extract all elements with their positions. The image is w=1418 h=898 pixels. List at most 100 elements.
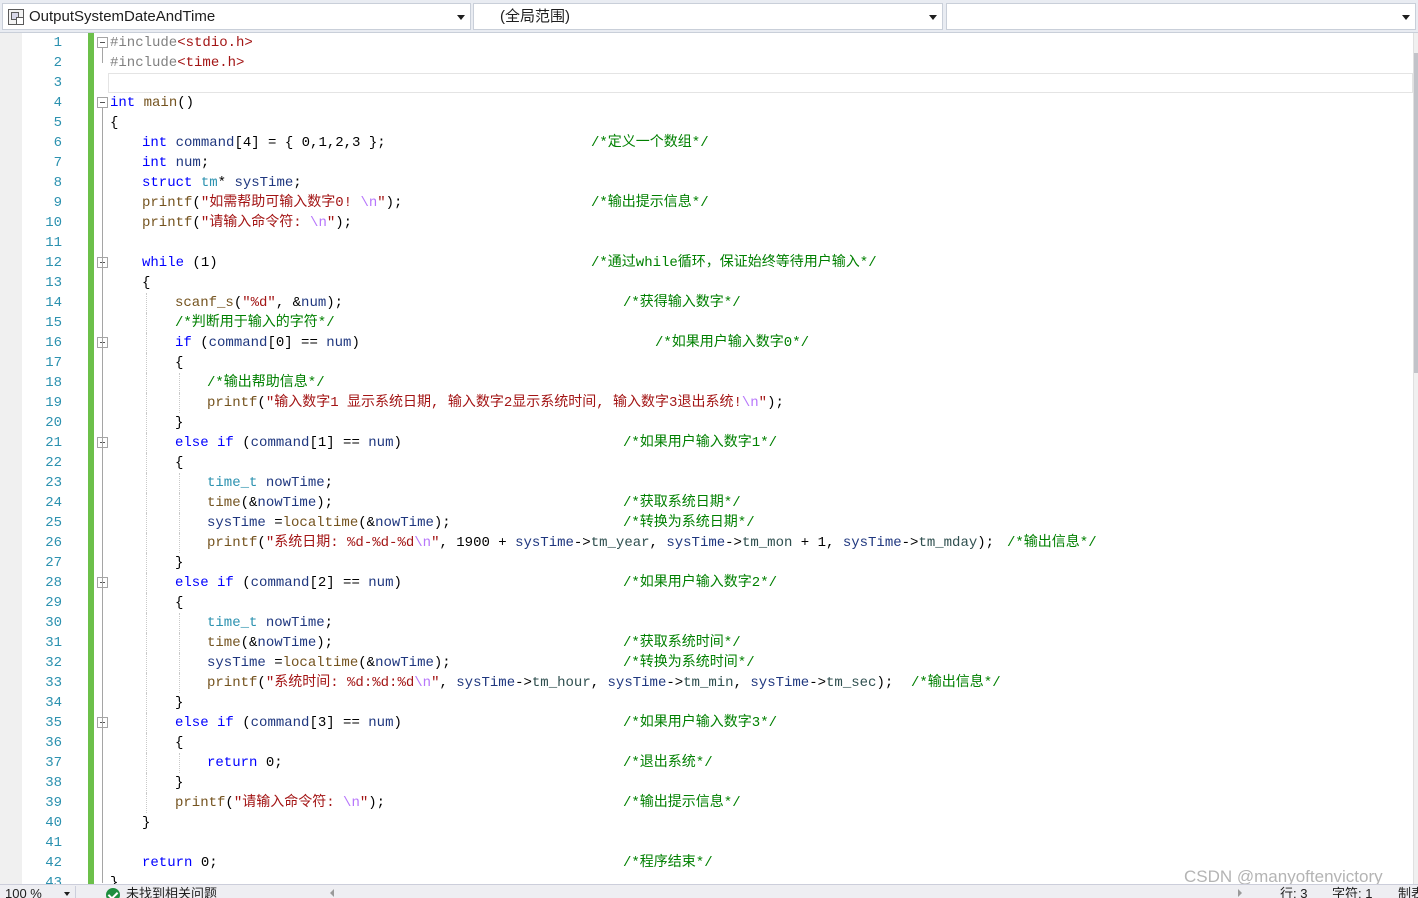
code-token: } [175,555,184,571]
code-token: { [175,595,184,611]
code-text: printf("如需帮助可输入数字0! \n"); [142,193,402,213]
code-token: } [175,695,184,711]
code-line[interactable]: 38} [0,773,1418,793]
code-line[interactable]: 8 struct tm* sysTime; [0,173,1418,193]
code-token: if [217,575,234,591]
code-line[interactable]: 35 else if (command[3] == num) /*如果用户输入数字3… [0,713,1418,733]
indent-guide [179,673,180,693]
code-token: tm_mday [918,535,978,551]
code-line[interactable]: 23 time_t nowTime; [0,473,1418,493]
code-line[interactable]: 41 [0,833,1418,853]
code-token: tm [200,175,218,191]
indent-guide [146,453,147,473]
code-line[interactable]: 20} [0,413,1418,433]
code-line[interactable]: 22 { [0,453,1418,473]
line-number: 38 [45,775,62,791]
code-line[interactable]: 1 #include<stdio.h> [0,33,1418,53]
code-token: return [207,755,258,771]
zoom-dropdown[interactable]: 100 % [2,886,76,898]
code-token: ( [257,535,266,551]
code-line[interactable]: 16 if (command[0] == num) /*如果用户输入数字0*/ [0,333,1418,353]
code-token: tm_sec [826,675,877,691]
chevron-down-icon [1402,15,1410,20]
code-text: #include<stdio.h> [110,33,253,53]
tab-mode-indicator[interactable]: 制表符 [1398,886,1418,898]
code-line[interactable]: 21 else if (command[1] == num) /*如果用户输入数字1… [0,433,1418,453]
code-line[interactable]: 13 { [0,273,1418,293]
code-token: nowTime [375,655,434,671]
code-line[interactable]: 30 time_t nowTime; [0,613,1418,633]
code-line[interactable]: 29 { [0,593,1418,613]
code-token: localtime [282,655,359,671]
code-line[interactable]: 26 printf("系统日期: %d-%d-%d\n", 1900 + sysT… [0,533,1418,553]
code-line[interactable]: 10 printf("请输入命令符: \n"); [0,213,1418,233]
code-line[interactable]: 9 printf("如需帮助可输入数字0! \n"); /*输出提示信息*/ [0,193,1418,213]
issues-status[interactable]: 未找到相关问题 [126,886,217,898]
code-line[interactable]: 34} [0,693,1418,713]
code-line[interactable]: 27} [0,553,1418,573]
code-text: sysTime =localtime(&nowTime); [207,513,451,533]
code-token: num [368,575,394,591]
code-token: -> [515,675,532,691]
indent-guide [179,373,180,393]
vertical-scrollbar-thumb[interactable] [1414,53,1418,373]
code-token: <stdio.h> [177,35,253,51]
code-text: { [175,353,183,373]
line-number: 31 [45,635,62,651]
code-token: printf [175,795,226,811]
code-token: printf [207,675,258,691]
code-token: if [217,435,234,451]
code-line[interactable]: 33 printf("系统时间: %d:%d:%d\n", sysTime->tm… [0,673,1418,693]
member-dropdown[interactable] [946,3,1416,30]
code-line[interactable]: 2 #include<time.h> [0,53,1418,73]
scope-dropdown[interactable]: (全局范围) [473,3,943,30]
scroll-right-icon[interactable] [1238,889,1242,897]
code-line[interactable]: 24 time(&nowTime); /*获取系统日期*/ [0,493,1418,513]
code-line[interactable]: 15 /*判断用于输入的字符*/ [0,313,1418,333]
code-line[interactable]: 12 while (1) /*通过while循环，保证始终等待用户输入*/ [0,253,1418,273]
code-token: \n [360,195,378,211]
code-line[interactable]: 3 [0,73,1418,93]
code-line[interactable]: 25 sysTime =localtime(&nowTime); /*转换为系统日期… [0,513,1418,533]
code-comment: /*获取系统时间*/ [623,635,741,651]
code-line[interactable]: 39 printf("请输入命令符: \n"); /*输出提示信息*/ [0,793,1418,813]
code-token: ( [233,575,251,591]
code-token: tm_hour [531,675,591,691]
code-line[interactable]: 36 { [0,733,1418,753]
vertical-scrollbar[interactable] [1413,33,1418,884]
code-line[interactable]: 5{ [0,113,1418,133]
line-number: 12 [45,255,62,271]
code-token: ( [257,395,266,411]
code-token: nowTime [265,615,325,631]
code-token: ; [324,475,334,491]
code-line[interactable]: 17 { [0,353,1418,373]
code-line[interactable]: 7 int num; [0,153,1418,173]
indent-guide [146,753,147,773]
code-line[interactable]: 6 int command[4] = { 0,1,2,3 }; /*定义一个数组*/ [0,133,1418,153]
code-line[interactable]: 4 int main() [0,93,1418,113]
code-line[interactable]: 40} [0,813,1418,833]
code-line[interactable]: 31 time(&nowTime); /*获取系统时间*/ [0,633,1418,653]
code-line[interactable]: 19 printf("输入数字1 显示系统日期, 输入数字2显示系统时间, 输入数… [0,393,1418,413]
code-line[interactable]: 18 /*输出帮助信息*/ [0,373,1418,393]
code-token: 0; [192,855,218,871]
code-line[interactable]: 28 else if (command[2] == num) /*如果用户输入数字2… [0,573,1418,593]
collapse-region-icon[interactable] [97,37,108,48]
code-line[interactable]: 14 scanf_s("%d", &num); /*获得输入数字*/ [0,293,1418,313]
code-editor[interactable]: 1 #include<stdio.h> 2 #include<time.h> 3 4 int… [0,33,1418,884]
scroll-left-icon[interactable] [330,889,334,897]
code-line[interactable]: 37 return 0; /*退出系统*/ [0,753,1418,773]
project-dropdown[interactable]: OutputSystemDateAndTime [2,3,471,30]
indent-guide [146,313,147,333]
line-number: 40 [45,815,62,831]
code-token: sysTime [456,675,516,691]
code-token: -> [901,535,919,551]
collapse-region-icon[interactable] [97,97,108,108]
code-line[interactable]: 11 [0,233,1418,253]
project-dropdown-label: OutputSystemDateAndTime [29,8,216,25]
indent-guide [146,333,147,353]
code-token: nowTime [265,475,325,491]
indent-guide [146,533,147,553]
code-line[interactable]: 32 sysTime =localtime(&nowTime); /*转换为系统时间… [0,653,1418,673]
